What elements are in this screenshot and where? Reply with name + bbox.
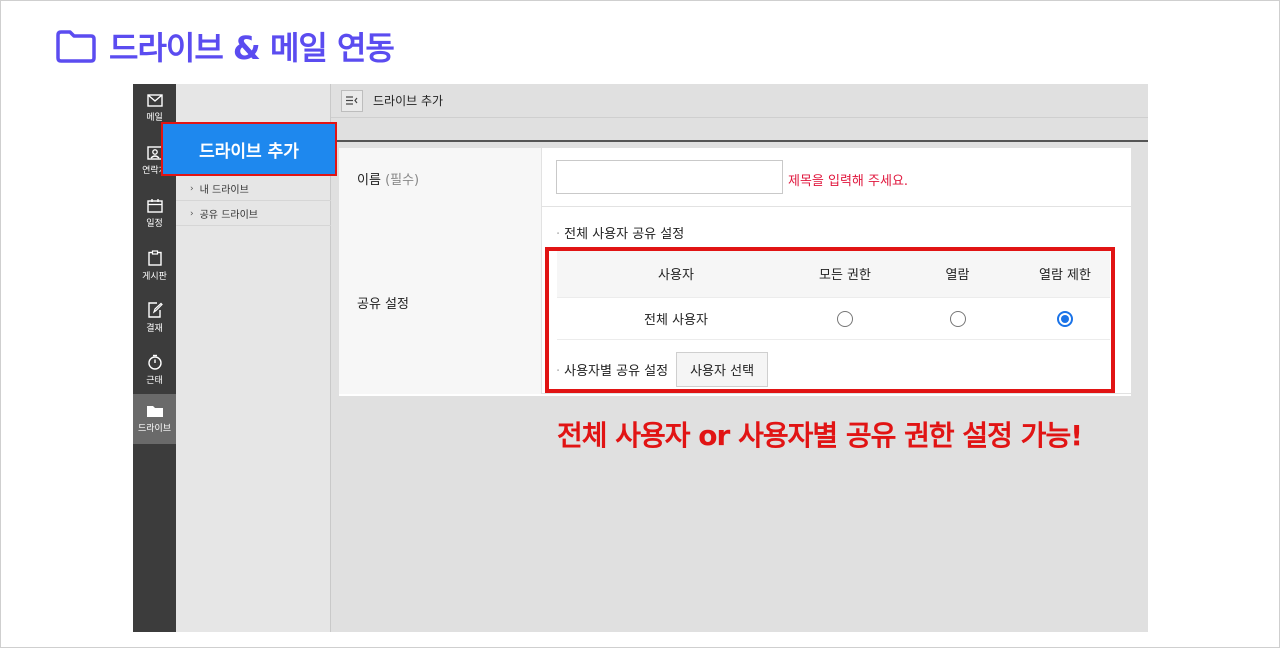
all-users-share-title: · 전체 사용자 공유 설정 [556,223,684,242]
menu-collapse-icon [346,96,358,105]
rail-item-approval[interactable]: 결재 [133,292,176,342]
menu-toggle-button[interactable] [341,89,363,112]
tree-item-label: 내 드라이브 [199,185,249,196]
required-marker: (필수) [385,173,420,188]
label-cell: 이름 (필수) [339,148,542,207]
rail-item-label: 게시판 [142,272,167,282]
approval-icon [147,302,163,318]
label-cell: 공유 설정 [339,207,542,394]
rail-item-label: 결재 [146,324,163,334]
highlight-box [545,247,1115,393]
form-row-name: 이름 (필수) 제목을 입력해 주세요. [339,148,1131,207]
rail-item-label: 근태 [146,376,163,386]
share-label: 공유 설정 [357,297,409,312]
tree-item-my-drive[interactable]: › 내 드라이브 [190,181,249,197]
bullet: · [556,227,561,242]
divider [176,225,331,226]
name-label: 이름 (필수) [357,169,419,188]
name-hint: 제목을 입력해 주세요. [788,174,909,189]
calendar-icon [146,199,163,213]
drive-folder-icon [146,406,163,417]
rail-item-board[interactable]: 게시판 [133,240,176,290]
folder-icon [56,30,96,63]
rail-item-label: 일정 [146,219,163,229]
all-users-share-title-text: 전체 사용자 공유 설정 [564,227,685,242]
add-drive-button-label: 드라이브 추가 [199,141,299,162]
chevron-right-icon: › [190,183,194,194]
page-heading: 드라이브 & 메일 연동 [55,23,395,69]
annotation-text: 전체 사용자 or 사용자별 공유 권한 설정 가능! [557,419,1083,452]
divider [331,140,1148,142]
chevron-right-icon: › [190,208,194,219]
page-title: 드라이브 & 메일 연동 [109,29,395,67]
divider [176,200,331,201]
rail-item-calendar[interactable]: 일정 [133,188,176,238]
name-label-text: 이름 [357,173,381,188]
drive-name-input[interactable] [556,160,783,194]
attendance-icon [147,354,162,370]
rail-item-attendance[interactable]: 근태 [133,344,176,394]
tree-item-label: 공유 드라이브 [199,210,258,221]
mail-icon [146,94,163,107]
board-icon [147,250,162,266]
tree-item-shared-drive[interactable]: › 공유 드라이브 [190,206,258,222]
rail-item-drive[interactable]: 드라이브 [133,394,176,444]
content-topbar: 드라이브 추가 [331,84,1148,118]
rail-item-label: 드라이브 [137,424,172,434]
add-drive-button[interactable]: 드라이브 추가 [161,122,337,176]
breadcrumb: 드라이브 추가 [373,94,444,108]
